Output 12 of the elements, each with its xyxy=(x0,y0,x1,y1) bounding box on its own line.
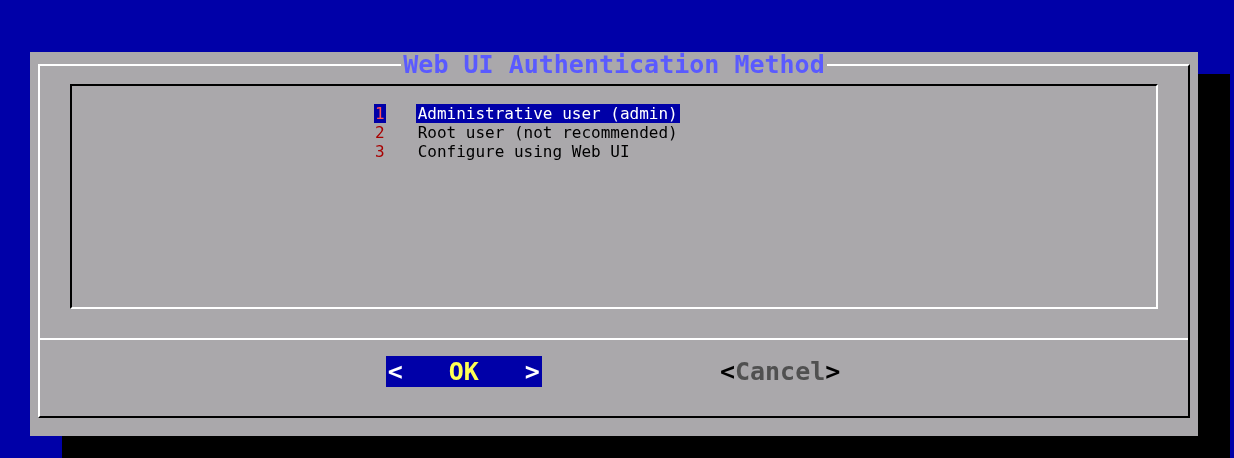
menu-item[interactable]: 2 Root user (not recommended) xyxy=(374,123,854,142)
dialog-title: Web UI Authentication Method xyxy=(402,52,826,78)
dialog-button[interactable]: < OK > xyxy=(385,356,542,387)
dialog-button[interactable]: <Cancel> xyxy=(717,356,843,387)
item-label: Administrative user (admin) xyxy=(415,104,680,123)
menu-item[interactable]: 1 Administrative user (admin) xyxy=(374,104,854,123)
item-label: Configure using Web UI xyxy=(416,142,631,161)
item-number: 2 xyxy=(374,123,386,142)
item-number: 1 xyxy=(374,104,386,123)
item-label: Root user (not recommended) xyxy=(416,123,679,142)
item-number: 3 xyxy=(374,142,386,161)
menu-item[interactable]: 3 Configure using Web UI xyxy=(374,142,854,161)
